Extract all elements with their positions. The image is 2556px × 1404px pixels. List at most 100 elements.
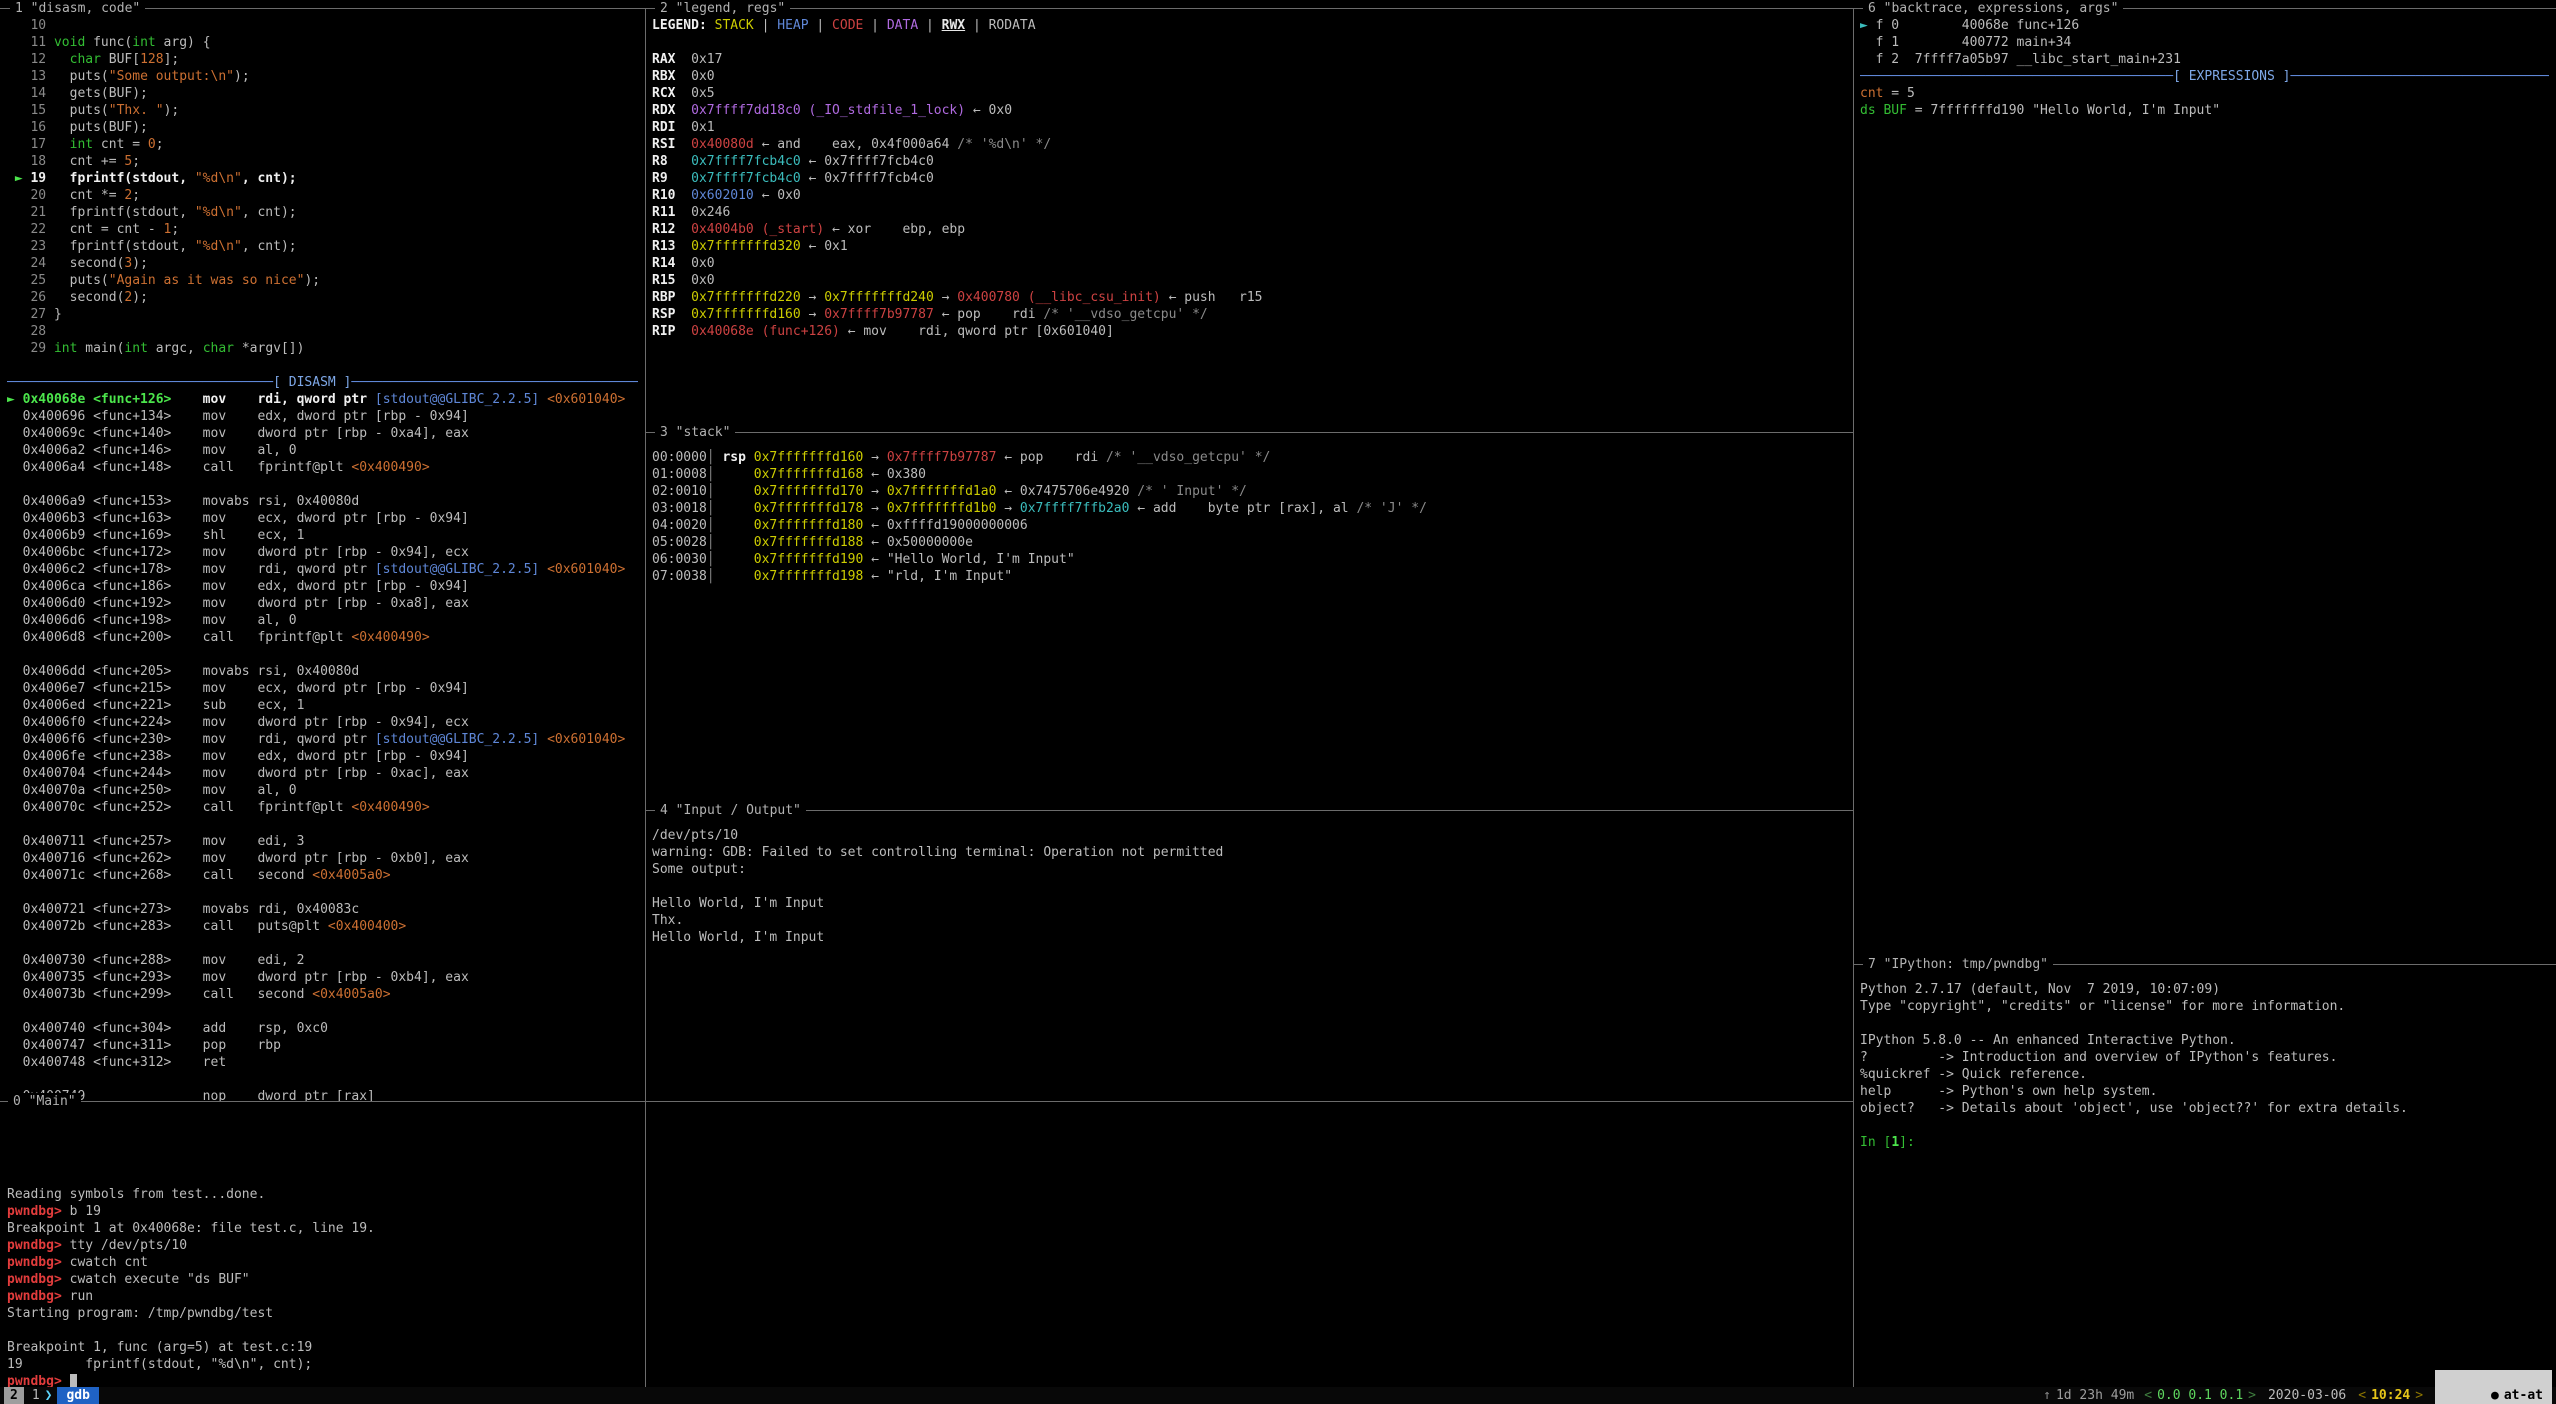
text-segment: 0x4006ca <func+186> mov edx, dword ptr [… — [7, 579, 469, 594]
terminal-line: RBX 0x0 — [652, 68, 1846, 85]
terminal-line — [7, 1322, 1846, 1339]
text-segment: ← pop rdi — [996, 450, 1106, 465]
pane-title-stack: 3 "stack" — [655, 424, 735, 441]
pane-disasm-code[interactable]: 10 11 void func(int arg) { 12 char BUF[1… — [1, 17, 644, 1101]
time-open-bracket: < — [2358, 1387, 2366, 1404]
text-segment: 0x7fffffffd170 — [754, 484, 864, 499]
text-segment — [54, 52, 70, 67]
text-segment: <0x601040> — [547, 392, 625, 407]
tmux-active-window-tab[interactable]: gdb — [57, 1387, 98, 1404]
text-segment: R14 — [652, 256, 675, 271]
text-segment: /* '%d\n' */ — [957, 137, 1051, 152]
pane-border-horizontal[interactable] — [645, 810, 1853, 811]
text-segment: ► — [7, 171, 30, 186]
terminal-line: 02:0010│ 0x7fffffffd170 → 0x7fffffffd1a0… — [652, 483, 1846, 500]
text-segment: rsp — [715, 450, 754, 465]
terminal-line: ──────────────────────────────────[ DISA… — [7, 374, 638, 391]
terminal-line — [1860, 1117, 2549, 1134]
load-close-bracket: > — [2248, 1387, 2256, 1404]
text-segment: | — [965, 18, 988, 33]
pane-stack[interactable]: 00:0000│ rsp 0x7fffffffd160 → 0x7ffff7b9… — [646, 449, 1852, 810]
text-segment: 0x7fffffffd180 — [754, 518, 864, 533]
terminal-line: f 2 7ffff7a05b97 __libc_start_main+231 — [1860, 51, 2549, 68]
text-segment: ; — [132, 188, 140, 203]
text-segment: 0 — [148, 137, 156, 152]
terminal-line: Type "copyright", "credits" or "license"… — [1860, 998, 2549, 1015]
text-segment: R13 — [652, 239, 675, 254]
text-segment: [stdout@@GLIBC_2.2.5] — [375, 392, 539, 407]
text-segment: 0x4006b9 <func+169> shl ecx, 1 — [7, 528, 304, 543]
terminal-line: 0x4006bc <func+172> mov dword ptr [rbp -… — [7, 544, 638, 561]
terminal-line — [7, 1169, 1846, 1186]
terminal-line: 28 — [7, 323, 638, 340]
text-segment: 28 — [7, 324, 54, 339]
text-segment: } — [54, 307, 62, 322]
text-segment — [715, 552, 754, 567]
text-segment: 0x7fffffffd198 — [754, 569, 864, 584]
terminal-line: R10 0x602010 ← 0x0 — [652, 187, 1846, 204]
terminal-line: RBP 0x7fffffffd220 → 0x7fffffffd240 → 0x… — [652, 289, 1846, 306]
load-open-bracket: < — [2144, 1387, 2152, 1404]
text-segment: In [ — [1860, 1135, 1891, 1150]
pane-border-horizontal[interactable] — [0, 1101, 1853, 1102]
text-segment: ► 0x40068e <func+126> — [7, 392, 171, 407]
pane-border-horizontal[interactable] — [0, 8, 2556, 9]
terminal-line: 0x4006c2 <func+178> mov rdi, qword ptr [… — [7, 561, 638, 578]
tmux-session-badge[interactable]: 2 — [4, 1387, 24, 1404]
text-segment — [539, 562, 547, 577]
text-segment: 27 — [7, 307, 54, 322]
text-segment: 19 fprintf(stdout, "%d\n", cnt); — [7, 1357, 312, 1372]
pane-input-output[interactable]: /dev/pts/10warning: GDB: Failed to set c… — [646, 827, 1852, 1101]
text-segment: <0x4005a0> — [312, 868, 390, 883]
text-segment: 23 — [7, 239, 54, 254]
pane-registers[interactable]: LEGEND: STACK | HEAP | CODE | DATA | RWX… — [646, 17, 1852, 432]
text-segment: "Again as it was so nice" — [109, 273, 305, 288]
text-segment: ← pop rdi — [934, 307, 1044, 322]
pane-border-vertical[interactable] — [645, 8, 646, 1387]
text-segment — [675, 290, 691, 305]
hostname-badge: ●at-at — [2435, 1370, 2552, 1404]
text-segment: → — [934, 290, 957, 305]
terminal-line: 0x400696 <func+134> mov edx, dword ptr [… — [7, 408, 638, 425]
text-segment: /* '__vdso_getcpu' */ — [1106, 450, 1270, 465]
text-segment: 0x7fffffffd160 — [691, 307, 801, 322]
text-segment: ► — [1860, 18, 1876, 33]
text-segment — [675, 137, 691, 152]
terminal-line: f 1 400772 main+34 — [1860, 34, 2549, 51]
text-segment: 0x7ffff7fcb4c0 — [691, 154, 801, 169]
text-segment: 11 — [7, 35, 54, 50]
pane-ipython[interactable]: Python 2.7.17 (default, Nov 7 2019, 10:0… — [1854, 981, 2555, 1387]
pane-title-main: 0 "Main" — [8, 1093, 81, 1110]
terminal-line: 05:0028│ 0x7fffffffd188 ← 0x50000000e — [652, 534, 1846, 551]
pane-title-legend-regs: 2 "legend, regs" — [655, 0, 790, 17]
text-segment: "Some output:\n" — [109, 69, 234, 84]
text-segment — [675, 239, 691, 254]
pane-gdb-main[interactable]: Reading symbols from test...done.pwndbg>… — [1, 1118, 1852, 1390]
pane-border-horizontal[interactable] — [645, 432, 1853, 433]
terminal-line: help -> Python's own help system. — [1860, 1083, 2549, 1100]
pane-border-vertical[interactable] — [1853, 8, 1854, 1387]
pane-backtrace-expressions[interactable]: ► f 0 40068e func+126 f 1 400772 main+34… — [1854, 17, 2555, 964]
text-segment: ← 0x7475706e4920 — [996, 484, 1137, 499]
text-segment: 00:0000 — [652, 450, 707, 465]
tmux-window-index[interactable]: 1 — [32, 1387, 40, 1404]
text-segment — [715, 569, 754, 584]
text-segment: 0x4006d0 <func+192> mov dword ptr [rbp -… — [7, 596, 469, 611]
terminal-line: 04:0020│ 0x7fffffffd180 ← 0xffffd1900000… — [652, 517, 1846, 534]
text-segment: ← mov rdi, qword ptr [0x601040] — [840, 324, 1114, 339]
text-segment: 18 — [7, 154, 54, 169]
text-segment — [668, 154, 691, 169]
text-segment: puts( — [54, 103, 109, 118]
pane-title-backtrace: 6 "backtrace, expressions, args" — [1863, 0, 2123, 17]
text-segment — [539, 392, 547, 407]
text-segment: LEGEND: — [652, 18, 715, 33]
terminal-line: 14 gets(BUF); — [7, 85, 638, 102]
terminal-line: 17 int cnt = 0; — [7, 136, 638, 153]
text-segment: cnt *= — [54, 188, 124, 203]
text-segment: 05:0028 — [652, 535, 707, 550]
pane-title-disasm-code: 1 "disasm, code" — [10, 0, 145, 17]
text-segment: pwndbg> — [7, 1204, 70, 1219]
terminal-line: Hello World, I'm Input — [652, 929, 1846, 946]
status-bar-left: 2 1 ❯ gdb — [4, 1387, 99, 1404]
text-segment — [675, 188, 691, 203]
